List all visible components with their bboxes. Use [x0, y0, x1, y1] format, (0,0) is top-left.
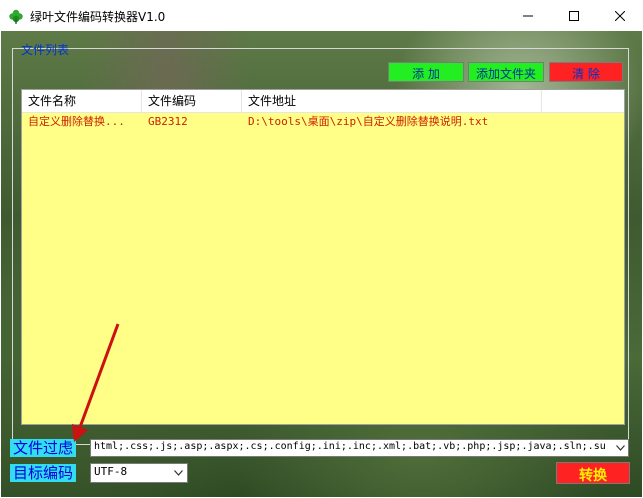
list-header: 文件名称 文件编码 文件地址 — [22, 90, 624, 113]
title-bar: 绿叶文件编码转换器V1.0 — [0, 0, 643, 31]
convert-button[interactable]: 转换 — [556, 462, 630, 484]
minimize-button[interactable] — [505, 0, 551, 31]
close-button[interactable] — [597, 0, 643, 31]
file-list-view[interactable]: 文件名称 文件编码 文件地址 自定义删除替换... GB2312 D:\tool… — [21, 89, 625, 425]
clear-button[interactable]: 清 除 — [549, 62, 623, 82]
chevron-down-icon — [173, 470, 183, 476]
add-button[interactable]: 添 加 — [388, 62, 464, 82]
window-title: 绿叶文件编码转换器V1.0 — [30, 10, 166, 24]
close-icon — [615, 10, 625, 21]
encoding-dropdown-button[interactable] — [170, 465, 186, 481]
green-leaf-icon — [9, 9, 23, 24]
maximize-button[interactable] — [551, 0, 597, 31]
maximize-icon — [569, 10, 579, 21]
filter-label: 文件过虑 — [10, 439, 77, 457]
table-row[interactable]: 自定义删除替换... GB2312 D:\tools\桌面\zip\自定义删除替… — [22, 113, 624, 131]
file-list-group-label: 文件列表 — [21, 43, 70, 57]
column-header-encoding[interactable]: 文件编码 — [142, 90, 242, 112]
client-area: 文件列表 添 加 添加文件夹 清 除 文件名称 文件编码 文件地址 自定义删除替… — [1, 31, 642, 497]
chevron-down-icon — [615, 445, 625, 451]
row-file-path: D:\tools\桌面\zip\自定义删除替换说明.txt — [248, 115, 489, 128]
filter-input[interactable]: html;.css;.js;.asp;.aspx;.cs;.config;.in… — [94, 441, 606, 452]
row-file-encoding: GB2312 — [148, 115, 188, 128]
row-file-name: 自定义删除替换... — [28, 115, 125, 128]
minimize-icon — [523, 15, 533, 16]
filter-combo[interactable]: html;.css;.js;.asp;.aspx;.cs;.config;.in… — [90, 439, 629, 457]
add-folder-button[interactable]: 添加文件夹 — [468, 62, 544, 82]
target-encoding-value: UTF-8 — [94, 465, 128, 478]
target-encoding-label: 目标编码 — [10, 464, 77, 482]
filter-dropdown-button[interactable] — [612, 440, 628, 456]
column-header-name[interactable]: 文件名称 — [22, 90, 142, 112]
column-header-path[interactable]: 文件地址 — [242, 90, 542, 112]
target-encoding-select[interactable]: UTF-8 — [90, 463, 188, 483]
